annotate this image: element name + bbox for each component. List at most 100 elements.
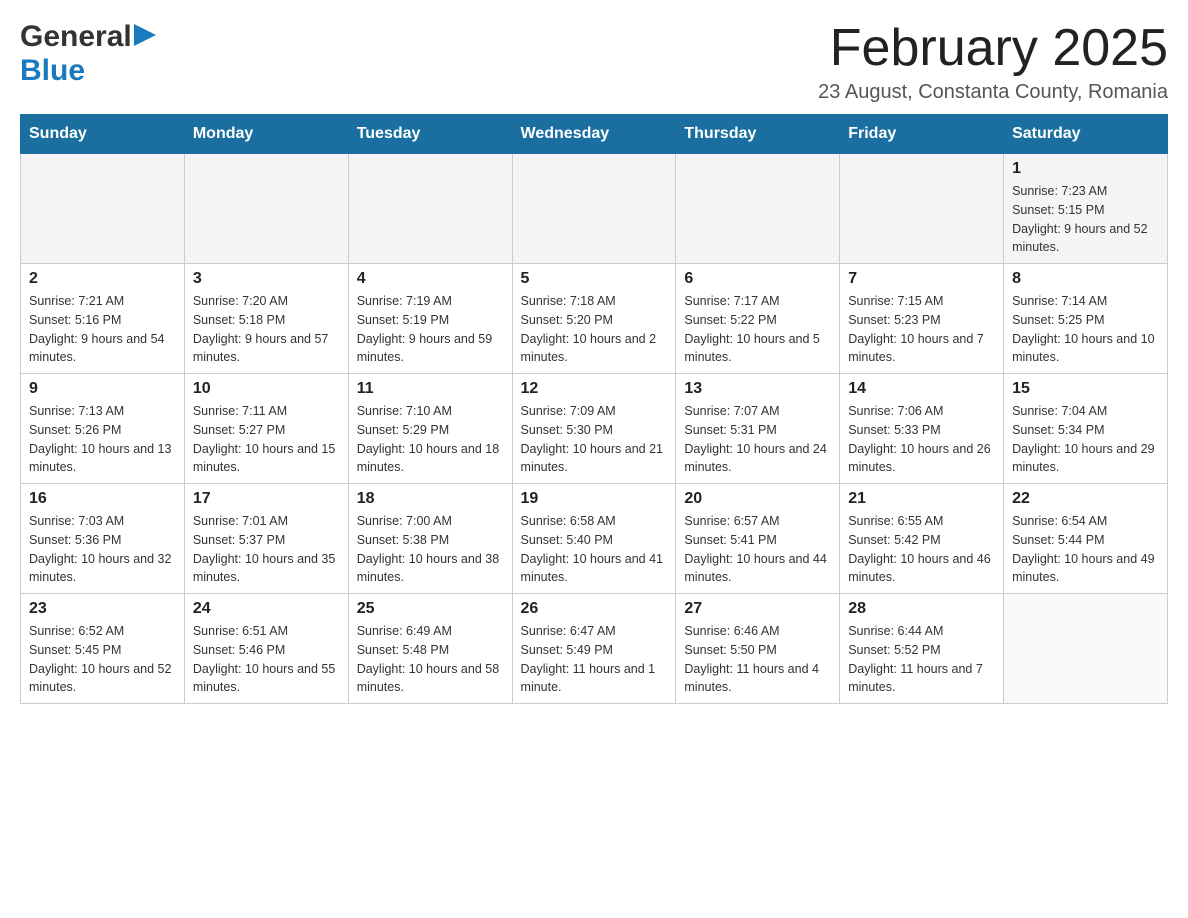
calendar-table: SundayMondayTuesdayWednesdayThursdayFrid… <box>20 114 1168 704</box>
title-block: February 2025 23 August, Constanta Count… <box>818 20 1168 104</box>
day-number: 22 <box>1012 490 1159 508</box>
day-info: Sunrise: 6:54 AM Sunset: 5:44 PM Dayligh… <box>1012 512 1159 587</box>
day-number: 25 <box>357 600 504 618</box>
day-info: Sunrise: 7:19 AM Sunset: 5:19 PM Dayligh… <box>357 292 504 367</box>
day-number: 19 <box>521 490 668 508</box>
calendar-day-cell: 4 Sunrise: 7:19 AM Sunset: 5:19 PM Daylig… <box>348 264 512 374</box>
day-info: Sunrise: 7:03 AM Sunset: 5:36 PM Dayligh… <box>29 512 176 587</box>
day-number: 2 <box>29 270 176 288</box>
weekday-header-tuesday: Tuesday <box>348 115 512 154</box>
day-number: 3 <box>193 270 340 288</box>
calendar-day-cell: 14 Sunrise: 7:06 AM Sunset: 5:33 PM Dayli… <box>840 374 1004 484</box>
day-number: 24 <box>193 600 340 618</box>
calendar-day-cell: 21Sunrise: 6:55 AM Sunset: 5:42 PM Dayli… <box>840 484 1004 594</box>
weekday-header-monday: Monday <box>184 115 348 154</box>
day-info: Sunrise: 7:20 AM Sunset: 5:18 PM Dayligh… <box>193 292 340 367</box>
logo: General Blue <box>20 20 156 88</box>
day-info: Sunrise: 7:11 AM Sunset: 5:27 PM Dayligh… <box>193 402 340 477</box>
calendar-day-cell <box>840 154 1004 264</box>
calendar-header-row: SundayMondayTuesdayWednesdayThursdayFrid… <box>21 115 1168 154</box>
calendar-week-row: 23 Sunrise: 6:52 AM Sunset: 5:45 PM Dayli… <box>21 594 1168 704</box>
page-header: General Blue February 2025 23 August, Co… <box>20 20 1168 104</box>
calendar-day-cell <box>676 154 840 264</box>
day-number: 14 <box>848 380 995 398</box>
weekday-header-thursday: Thursday <box>676 115 840 154</box>
calendar-day-cell: 23 Sunrise: 6:52 AM Sunset: 5:45 PM Dayli… <box>21 594 185 704</box>
day-info: Sunrise: 6:46 AM Sunset: 5:50 PM Dayligh… <box>684 622 831 697</box>
calendar-day-cell: 19 Sunrise: 6:58 AM Sunset: 5:40 PM Dayli… <box>512 484 676 594</box>
calendar-week-row: 16 Sunrise: 7:03 AM Sunset: 5:36 PM Dayli… <box>21 484 1168 594</box>
day-number: 20 <box>684 490 831 508</box>
calendar-day-cell: 16 Sunrise: 7:03 AM Sunset: 5:36 PM Dayli… <box>21 484 185 594</box>
logo-general-text: General <box>20 20 132 54</box>
day-number: 21 <box>848 490 995 508</box>
day-number: 12 <box>521 380 668 398</box>
calendar-day-cell: 15 Sunrise: 7:04 AM Sunset: 5:34 PM Dayli… <box>1004 374 1168 484</box>
day-info: Sunrise: 6:44 AM Sunset: 5:52 PM Dayligh… <box>848 622 995 697</box>
day-info: Sunrise: 7:15 AM Sunset: 5:23 PM Dayligh… <box>848 292 995 367</box>
calendar-day-cell: 18 Sunrise: 7:00 AM Sunset: 5:38 PM Dayli… <box>348 484 512 594</box>
logo-arrow-icon <box>134 24 156 46</box>
calendar-day-cell: 26 Sunrise: 6:47 AM Sunset: 5:49 PM Dayli… <box>512 594 676 704</box>
calendar-week-row: 9 Sunrise: 7:13 AM Sunset: 5:26 PM Daylig… <box>21 374 1168 484</box>
day-info: Sunrise: 6:52 AM Sunset: 5:45 PM Dayligh… <box>29 622 176 697</box>
day-info: Sunrise: 7:13 AM Sunset: 5:26 PM Dayligh… <box>29 402 176 477</box>
calendar-day-cell: 17 Sunrise: 7:01 AM Sunset: 5:37 PM Dayli… <box>184 484 348 594</box>
day-info: Sunrise: 6:58 AM Sunset: 5:40 PM Dayligh… <box>521 512 668 587</box>
day-info: Sunrise: 7:18 AM Sunset: 5:20 PM Dayligh… <box>521 292 668 367</box>
day-info: Sunrise: 7:04 AM Sunset: 5:34 PM Dayligh… <box>1012 402 1159 477</box>
calendar-day-cell: 7 Sunrise: 7:15 AM Sunset: 5:23 PM Daylig… <box>840 264 1004 374</box>
day-number: 11 <box>357 380 504 398</box>
day-number: 17 <box>193 490 340 508</box>
day-number: 4 <box>357 270 504 288</box>
day-info: Sunrise: 7:17 AM Sunset: 5:22 PM Dayligh… <box>684 292 831 367</box>
day-number: 1 <box>1012 160 1159 178</box>
calendar-day-cell <box>184 154 348 264</box>
day-number: 5 <box>521 270 668 288</box>
calendar-day-cell <box>21 154 185 264</box>
day-info: Sunrise: 7:06 AM Sunset: 5:33 PM Dayligh… <box>848 402 995 477</box>
calendar-day-cell: 22 Sunrise: 6:54 AM Sunset: 5:44 PM Dayli… <box>1004 484 1168 594</box>
calendar-week-row: 1Sunrise: 7:23 AM Sunset: 5:15 PM Daylig… <box>21 154 1168 264</box>
day-number: 16 <box>29 490 176 508</box>
day-info: Sunrise: 7:01 AM Sunset: 5:37 PM Dayligh… <box>193 512 340 587</box>
day-info: Sunrise: 6:51 AM Sunset: 5:46 PM Dayligh… <box>193 622 340 697</box>
weekday-header-wednesday: Wednesday <box>512 115 676 154</box>
day-number: 28 <box>848 600 995 618</box>
day-number: 15 <box>1012 380 1159 398</box>
day-info: Sunrise: 6:49 AM Sunset: 5:48 PM Dayligh… <box>357 622 504 697</box>
calendar-day-cell: 27 Sunrise: 6:46 AM Sunset: 5:50 PM Dayli… <box>676 594 840 704</box>
day-number: 10 <box>193 380 340 398</box>
day-info: Sunrise: 7:21 AM Sunset: 5:16 PM Dayligh… <box>29 292 176 367</box>
day-number: 23 <box>29 600 176 618</box>
calendar-day-cell <box>1004 594 1168 704</box>
day-info: Sunrise: 7:00 AM Sunset: 5:38 PM Dayligh… <box>357 512 504 587</box>
day-number: 26 <box>521 600 668 618</box>
calendar-day-cell: 11Sunrise: 7:10 AM Sunset: 5:29 PM Dayli… <box>348 374 512 484</box>
location-subtitle: 23 August, Constanta County, Romania <box>818 81 1168 104</box>
day-info: Sunrise: 6:47 AM Sunset: 5:49 PM Dayligh… <box>521 622 668 697</box>
calendar-day-cell: 24 Sunrise: 6:51 AM Sunset: 5:46 PM Dayli… <box>184 594 348 704</box>
day-number: 8 <box>1012 270 1159 288</box>
calendar-week-row: 2 Sunrise: 7:21 AM Sunset: 5:16 PM Daylig… <box>21 264 1168 374</box>
calendar-day-cell: 9 Sunrise: 7:13 AM Sunset: 5:26 PM Daylig… <box>21 374 185 484</box>
calendar-day-cell: 13 Sunrise: 7:07 AM Sunset: 5:31 PM Dayli… <box>676 374 840 484</box>
day-info: Sunrise: 6:57 AM Sunset: 5:41 PM Dayligh… <box>684 512 831 587</box>
day-number: 27 <box>684 600 831 618</box>
calendar-day-cell: 5 Sunrise: 7:18 AM Sunset: 5:20 PM Daylig… <box>512 264 676 374</box>
calendar-day-cell: 12Sunrise: 7:09 AM Sunset: 5:30 PM Dayli… <box>512 374 676 484</box>
calendar-day-cell: 3 Sunrise: 7:20 AM Sunset: 5:18 PM Daylig… <box>184 264 348 374</box>
calendar-day-cell: 1Sunrise: 7:23 AM Sunset: 5:15 PM Daylig… <box>1004 154 1168 264</box>
day-number: 13 <box>684 380 831 398</box>
day-number: 9 <box>29 380 176 398</box>
calendar-day-cell: 28 Sunrise: 6:44 AM Sunset: 5:52 PM Dayli… <box>840 594 1004 704</box>
day-number: 7 <box>848 270 995 288</box>
calendar-day-cell: 25 Sunrise: 6:49 AM Sunset: 5:48 PM Dayli… <box>348 594 512 704</box>
calendar-day-cell: 6 Sunrise: 7:17 AM Sunset: 5:22 PM Daylig… <box>676 264 840 374</box>
calendar-day-cell: 20 Sunrise: 6:57 AM Sunset: 5:41 PM Dayli… <box>676 484 840 594</box>
day-info: Sunrise: 7:14 AM Sunset: 5:25 PM Dayligh… <box>1012 292 1159 367</box>
weekday-header-sunday: Sunday <box>21 115 185 154</box>
day-number: 18 <box>357 490 504 508</box>
day-info: Sunrise: 7:07 AM Sunset: 5:31 PM Dayligh… <box>684 402 831 477</box>
day-number: 6 <box>684 270 831 288</box>
